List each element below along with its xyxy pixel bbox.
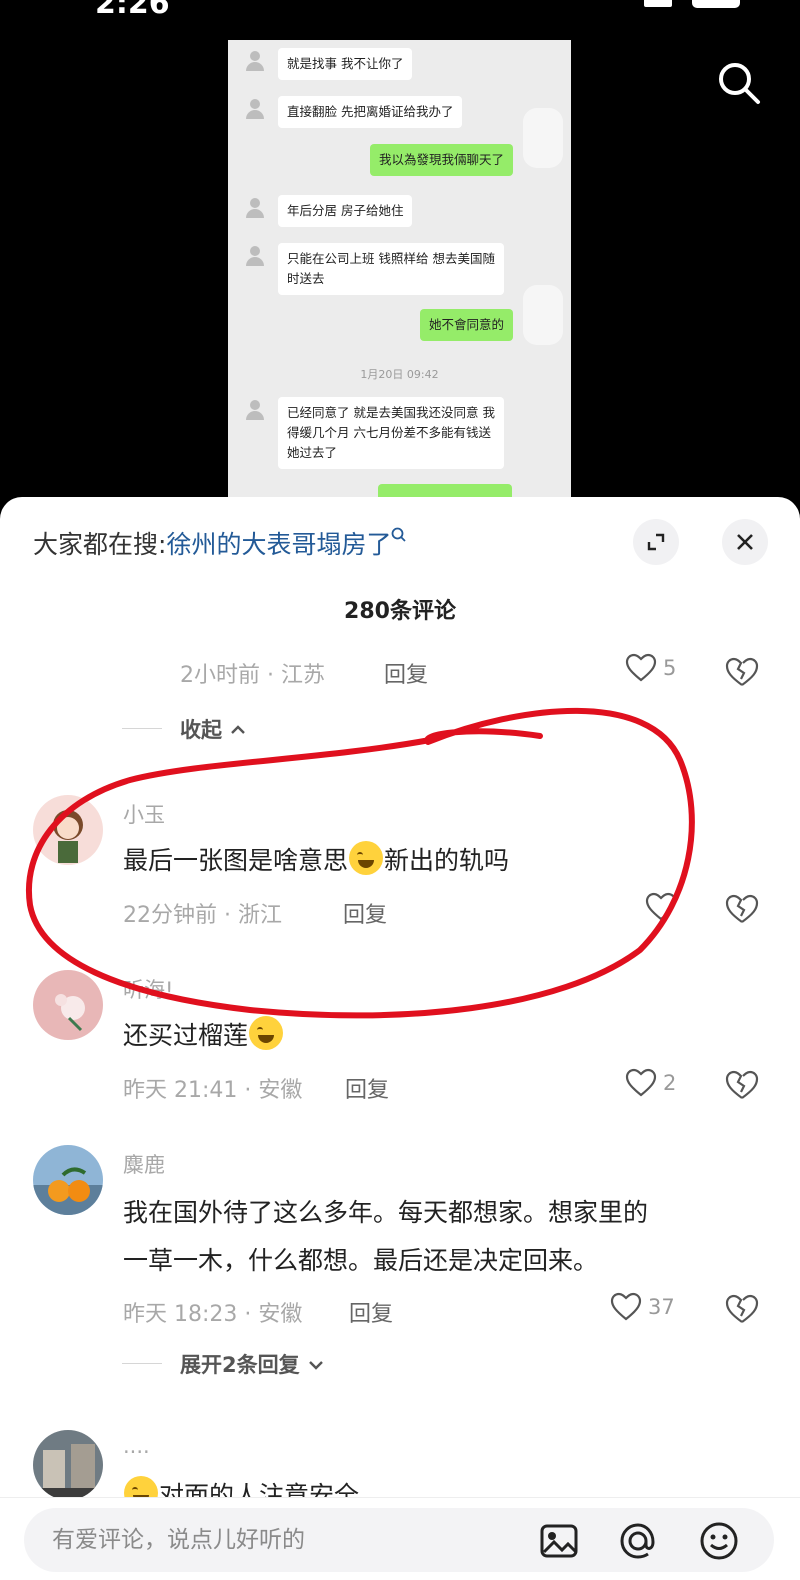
reply-button[interactable]: 回复 [384,657,428,689]
status-time: 2:26 [95,0,170,21]
emoji-icon[interactable] [698,1520,740,1562]
chat-message: 她不會同意的 [419,309,513,341]
crying-laughing-emoji [349,841,384,875]
hot-search-term[interactable]: 徐州的大表哥塌房了 [166,530,391,559]
chat-timestamp: 1月20日 09:42 [360,368,439,381]
message-bubble: 年后分居 房子给她住 [278,195,413,227]
contact-avatar-icon [242,48,268,74]
like-button[interactable]: 2 [625,1068,676,1098]
avatar[interactable] [33,795,103,865]
expand-replies-button[interactable]: 展开2条回复 [180,1349,325,1379]
search-small-icon [392,527,407,542]
heart-icon [645,892,677,921]
heart-icon [625,653,657,682]
message-bubble: 直接翻脸 先把离婚证给我办了 [278,96,463,128]
comment-count: 280条评论 [344,599,456,624]
avatar[interactable] [33,1430,103,1500]
chat-message: 年后分居 房子给她住 [242,195,413,227]
comment-input[interactable] [24,1508,774,1572]
at-icon[interactable] [617,1520,659,1562]
reply-button[interactable]: 回复 [343,897,387,929]
crying-emoji [249,1016,284,1050]
expand-icon[interactable] [633,519,679,565]
expand-replies-label: 展开2条回复 [180,1353,300,1377]
message-bubble: 已经同意了 就是去美国我还没同意 我得缓几个月 六七月份差不多能有钱送她过去了 [278,397,504,469]
like-button[interactable]: 5 [625,653,676,683]
divider [122,1363,162,1364]
contact-avatar-icon [242,243,268,269]
reply-button[interactable]: 回复 [349,1296,393,1328]
image-icon[interactable] [538,1520,580,1562]
status-icons [644,0,740,8]
divider [122,728,162,729]
close-icon[interactable] [722,519,768,565]
reply-button[interactable]: 回复 [345,1072,389,1104]
comment-username[interactable]: .... [123,1434,150,1458]
comment-meta: 2小时前 · 江苏 [180,663,325,688]
broken-heart-icon[interactable] [725,892,759,926]
hot-search-bar[interactable]: 大家都在搜:徐州的大表哥塌房了 [33,525,407,561]
comment-sheet: 大家都在搜:徐州的大表哥塌房了 280条评论 2小时前 · 江苏 回复 5 收起… [0,497,800,1580]
comment-text: 最后一张图是啥意思 新出的轨吗 [123,837,509,885]
chat-message: 只能在公司上班 钱照样给 想去美国随时送去 [242,243,504,295]
broken-heart-icon[interactable] [725,1068,759,1102]
avatar[interactable] [33,970,103,1040]
battery-icon [692,0,740,8]
comment-text-part: 还买过榴莲 [123,1021,249,1050]
contact-avatar-icon [242,397,268,423]
comment-text: 还买过榴莲 [123,1012,284,1060]
collapse-replies-button[interactable]: 收起 [180,714,247,744]
chevron-up-icon [231,725,246,734]
comment-username[interactable]: 麋鹿 [123,1149,165,1179]
hot-search-prefix: 大家都在搜: [33,530,167,559]
signal-icon [644,0,672,7]
like-button[interactable]: 37 [610,1292,675,1322]
message-bubble: 我以為發現我倆聊天了 [369,144,513,176]
broken-heart-icon[interactable] [725,1292,759,1326]
chat-message: 已经同意了 就是去美国我还没同意 我得缓几个月 六七月份差不多能有钱送她过去了 [242,397,504,469]
like-button[interactable] [645,892,677,922]
like-count: 5 [663,656,677,680]
comment-meta: 昨天 21:41 · 安徽 [123,1078,303,1103]
avatar[interactable] [33,1145,103,1215]
heart-icon [625,1068,657,1097]
watermark-shape [523,108,563,168]
like-count: 37 [648,1295,675,1319]
comment-text-part: 最后一张图是啥意思 [123,846,349,875]
chat-message: 就是找事 我不让你了 [242,48,413,80]
watermark-shape [523,285,563,345]
comment-text-line: 我在国外待了这么多年。每天都想家。想家里的 [123,1198,649,1227]
heart-icon [610,1292,642,1321]
contact-avatar-icon [242,195,268,221]
video-player[interactable]: 2:26 就是找事 我不让你了 直接翻脸 先把离婚证给我办了 我以為發現我倆聊天… [0,0,800,520]
broken-heart-icon[interactable] [725,655,759,689]
message-bubble: 只能在公司上班 钱照样给 想去美国随时送去 [278,243,504,295]
comment-username[interactable]: 听海! [123,974,173,1004]
chevron-down-icon [309,1361,323,1370]
message-bubble: 她不會同意的 [419,309,513,341]
message-bubble: 就是找事 我不让你了 [278,48,413,80]
chat-message: 直接翻脸 先把离婚证给我办了 [242,96,463,128]
search-icon[interactable] [716,60,762,106]
comment-text-line: 一草一木，什么都想。最后还是决定回来。 [123,1246,599,1275]
chat-screenshot: 就是找事 我不让你了 直接翻脸 先把离婚证给我办了 我以為發現我倆聊天了 年后分… [228,40,571,520]
comment-username[interactable]: 小玉 [123,799,165,829]
comment-text-part: 新出的轨吗 [384,846,510,875]
contact-avatar-icon [242,96,268,122]
comment-meta: 22分钟前 · 浙江 [123,903,282,928]
comment-input-bar [0,1497,800,1580]
like-count: 2 [663,1071,677,1095]
chat-message: 我以為發現我倆聊天了 [369,144,513,176]
comment-meta: 昨天 18:23 · 安徽 [123,1302,303,1327]
collapse-label: 收起 [180,718,222,742]
